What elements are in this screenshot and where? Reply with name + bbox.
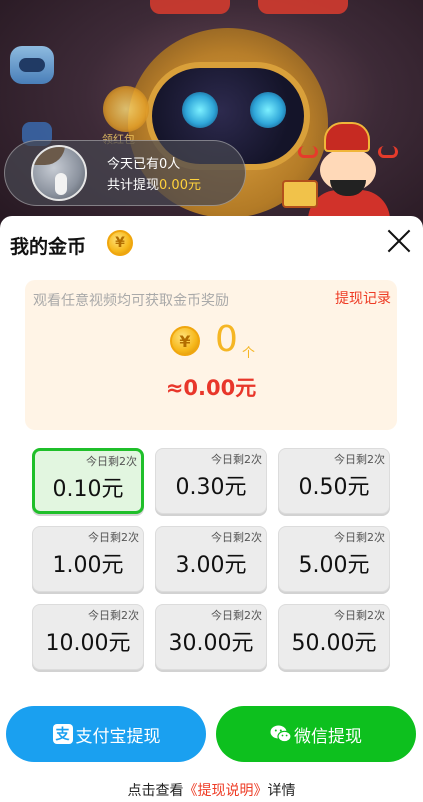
withdraw-options-grid: 今日剩2次 0.10元 今日剩2次 0.30元 今日剩2次 0.50元 今日剩2… [32, 448, 390, 672]
withdraw-option-10-00[interactable]: 今日剩2次 10.00元 [32, 604, 144, 670]
robot-eye-left [182, 92, 218, 128]
withdraw-option-0-50[interactable]: 今日剩2次 0.50元 [278, 448, 390, 514]
wechat-withdraw-label: 微信提现 [294, 726, 362, 747]
remaining-badge: 今日剩2次 [334, 531, 385, 544]
coin-count: 0 [215, 319, 238, 360]
balance-coin-icon: ¥ [170, 326, 200, 356]
balance-hint: 观看任意视频均可获取金币奖励 [33, 293, 229, 309]
withdraw-option-50-00[interactable]: 今日剩2次 50.00元 [278, 604, 390, 670]
alipay-withdraw-label: 支付宝提现 [75, 726, 161, 747]
withdraw-record-link[interactable]: 提现记录 [335, 288, 391, 308]
remaining-badge: 今日剩2次 [334, 609, 385, 622]
notice-user-count: 今天已有0人 [107, 157, 181, 172]
option-amount: 0.50元 [298, 475, 370, 500]
remaining-badge: 今日剩2次 [334, 453, 385, 466]
withdraw-option-0-10[interactable]: 今日剩2次 0.10元 [32, 448, 144, 514]
avatar [31, 145, 87, 201]
robot-service-icon[interactable] [10, 46, 54, 84]
notice-total-amount: 0.00元 [159, 178, 201, 193]
my-coins-sheet: 我的金币 ¥ 观看任意视频均可获取金币奖励 提现记录 ¥ 0 个 ≈0.00元 … [0, 216, 423, 802]
top-banner-left [150, 0, 230, 14]
withdraw-notice: 今天已有0人 共计提现0.00元 [4, 140, 246, 206]
notice-total: 共计提现0.00元 [107, 174, 201, 193]
alipay-withdraw-button[interactable]: 支 支付宝提现 [6, 706, 206, 762]
remaining-badge: 今日剩2次 [211, 453, 262, 466]
treasure-box-icon [282, 180, 318, 208]
sheet-title: 我的金币 [10, 236, 87, 258]
withdraw-option-0-30[interactable]: 今日剩2次 0.30元 [155, 448, 267, 514]
notice-total-label: 共计提现 [107, 178, 160, 193]
balance-card: 观看任意视频均可获取金币奖励 提现记录 ¥ 0 个 ≈0.00元 [25, 280, 397, 430]
gold-coin-icon: ¥ [107, 230, 133, 256]
option-amount: 0.10元 [52, 477, 124, 502]
option-amount: 30.00元 [168, 631, 254, 656]
close-icon[interactable] [386, 228, 412, 254]
remaining-badge: 今日剩2次 [88, 531, 139, 544]
footer-suffix: 详情 [267, 783, 296, 799]
withdraw-option-3-00[interactable]: 今日剩2次 3.00元 [155, 526, 267, 592]
withdraw-instructions-note: 点击查看《提现说明》详情 [0, 780, 423, 800]
wechat-icon [270, 723, 292, 745]
balance-money: ≈0.00元 [165, 376, 257, 400]
wechat-withdraw-button[interactable]: 微信提现 [216, 706, 416, 762]
withdraw-instructions-link[interactable]: 《提现说明》 [184, 783, 268, 799]
option-amount: 50.00元 [291, 631, 377, 656]
remaining-badge: 今日剩2次 [211, 609, 262, 622]
option-amount: 3.00元 [175, 553, 247, 578]
withdraw-option-5-00[interactable]: 今日剩2次 5.00元 [278, 526, 390, 592]
remaining-badge: 今日剩2次 [88, 609, 139, 622]
red-envelope-icon[interactable] [103, 86, 149, 132]
option-amount: 5.00元 [298, 553, 370, 578]
withdraw-option-1-00[interactable]: 今日剩2次 1.00元 [32, 526, 144, 592]
alipay-icon: 支 [52, 723, 74, 745]
option-amount: 1.00元 [52, 553, 124, 578]
option-amount: 10.00元 [45, 631, 131, 656]
remaining-badge: 今日剩2次 [86, 455, 137, 468]
footer-prefix: 点击查看 [127, 783, 184, 799]
withdraw-option-30-00[interactable]: 今日剩2次 30.00元 [155, 604, 267, 670]
robot-eye-right [250, 92, 286, 128]
remaining-badge: 今日剩2次 [211, 531, 262, 544]
top-banner-right [258, 0, 348, 14]
option-amount: 0.30元 [175, 475, 247, 500]
coin-unit: 个 [242, 346, 256, 361]
